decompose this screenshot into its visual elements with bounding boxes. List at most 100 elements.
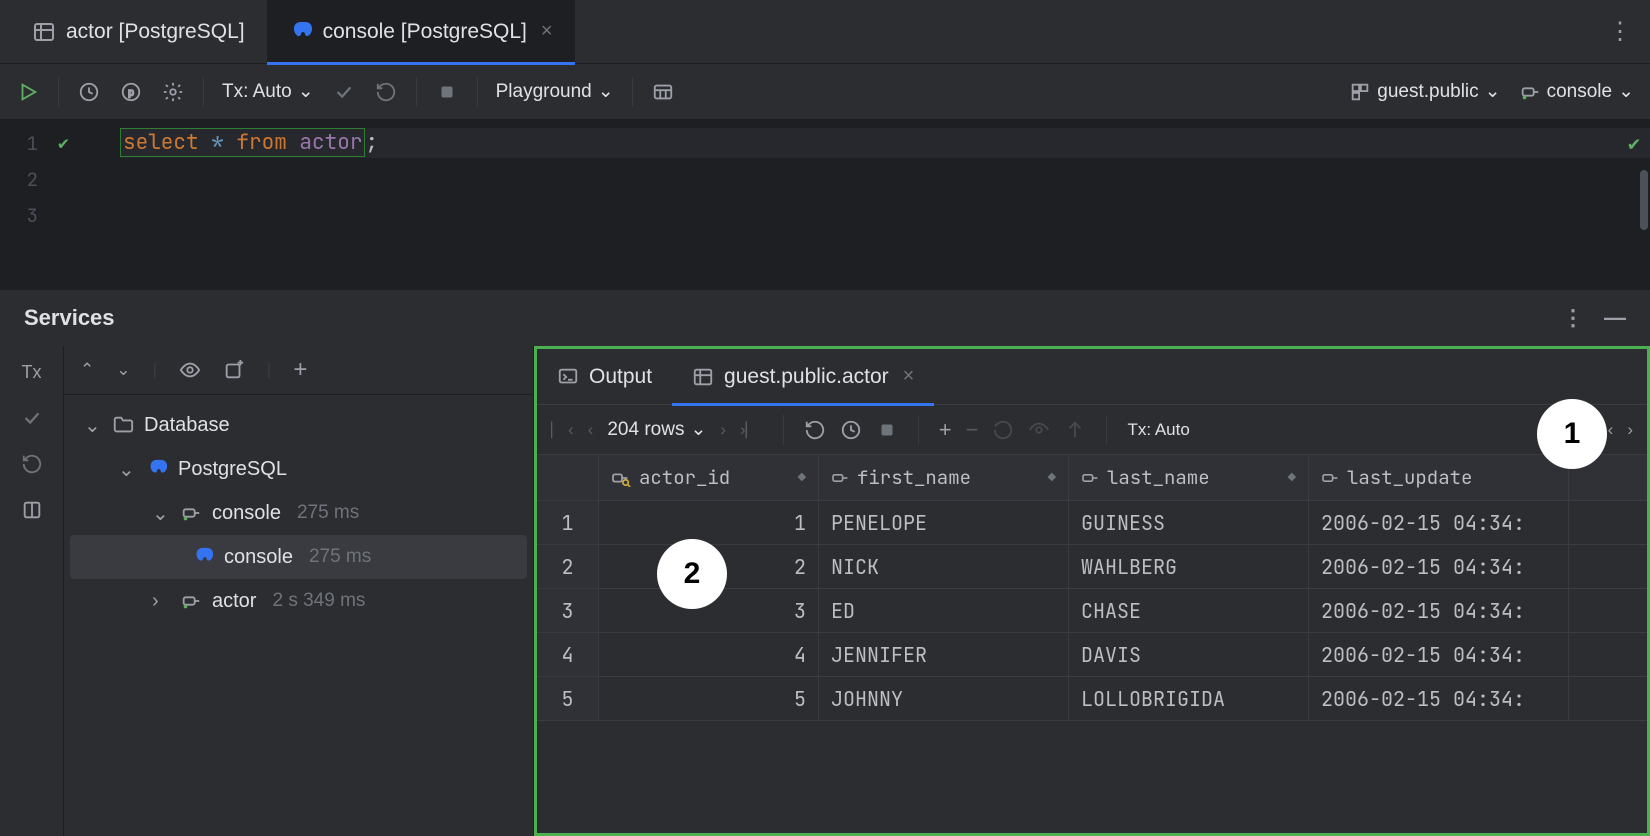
tab-console[interactable]: console [PostgreSQL] × xyxy=(267,0,575,64)
column-icon xyxy=(1321,470,1341,486)
node-label: actor xyxy=(212,590,256,613)
rownum-header xyxy=(537,455,599,500)
cell-last-name[interactable]: CHASE xyxy=(1069,589,1309,632)
first-page-icon[interactable]: ⎸‹ xyxy=(551,420,574,440)
reload-icon[interactable] xyxy=(804,419,826,441)
plan-icon[interactable]: p xyxy=(113,74,149,110)
table-row[interactable]: 11PENELOPEGUINESS2006-02-15 04:34: xyxy=(537,501,1647,545)
new-window-icon[interactable] xyxy=(223,359,245,381)
rollback-rail-icon[interactable] xyxy=(21,453,43,475)
expand-up-icon[interactable]: ⌃ xyxy=(80,360,94,380)
view-icon[interactable] xyxy=(179,359,201,381)
collapse-down-icon[interactable]: ⌄ xyxy=(116,360,130,380)
tree-node-postgresql[interactable]: ⌄ PostgreSQL xyxy=(64,447,533,491)
cell-first-name[interactable]: JOHNNY xyxy=(819,677,1069,720)
commit-rail-icon[interactable] xyxy=(21,407,43,429)
column-icon xyxy=(831,470,851,486)
cell-last-name[interactable]: WAHLBERG xyxy=(1069,545,1309,588)
col-last-update[interactable]: last_update xyxy=(1309,455,1569,500)
tree-node-actor[interactable]: › actor 2 s 349 ms xyxy=(64,579,533,623)
col-last-name[interactable]: last_name ◆ xyxy=(1069,455,1309,500)
preview-icon[interactable] xyxy=(1028,419,1050,441)
cell-first-name[interactable]: PENELOPE xyxy=(819,501,1069,544)
cell-last-update[interactable]: 2006-02-15 04:34: xyxy=(1309,545,1569,588)
commit-icon[interactable] xyxy=(326,74,362,110)
row-count: 204 rows xyxy=(607,419,684,441)
add-icon[interactable]: + xyxy=(293,356,307,384)
next-page-icon[interactable]: › xyxy=(720,420,726,440)
revert-icon[interactable] xyxy=(992,419,1014,441)
separator xyxy=(477,77,478,107)
tree-node-database[interactable]: ⌄ Database xyxy=(64,403,533,447)
chevron-down-icon: ⌄ xyxy=(690,418,706,441)
row-count-dropdown[interactable]: 204 rows ⌄ xyxy=(607,418,706,441)
result-tab-active[interactable]: guest.public.actor × xyxy=(672,349,934,405)
cell-last-name[interactable]: LOLLOBRIGIDA xyxy=(1069,677,1309,720)
separator xyxy=(783,415,784,445)
minimize-icon[interactable]: — xyxy=(1604,305,1626,331)
more-icon[interactable]: ⋮ xyxy=(1562,305,1584,331)
playground-label: Playground xyxy=(496,81,592,103)
prev-page-icon[interactable]: ‹ xyxy=(588,420,594,440)
table-row[interactable]: 44JENNIFERDAVIS2006-02-15 04:34: xyxy=(537,633,1647,677)
cell-first-name[interactable]: JENNIFER xyxy=(819,633,1069,676)
col-actor-id[interactable]: actor_id ◆ xyxy=(599,455,819,500)
sql-editor[interactable]: 1✔ 2 3 select * from actor; ✔ xyxy=(0,120,1650,290)
stop-icon[interactable] xyxy=(429,74,465,110)
add-row-icon[interactable]: + xyxy=(939,417,952,443)
tab-label: console [PostgreSQL] xyxy=(323,20,527,44)
tx-label[interactable]: Tx: Auto xyxy=(1127,420,1189,440)
tx-mode-dropdown[interactable]: Tx: Auto ⌄ xyxy=(216,80,320,103)
cell-last-update[interactable]: 2006-02-15 04:34: xyxy=(1309,501,1569,544)
cell-actor-id[interactable]: 1 xyxy=(599,501,819,544)
col-first-name[interactable]: first_name ◆ xyxy=(819,455,1069,500)
cell-last-update[interactable]: 2006-02-15 04:34: xyxy=(1309,633,1569,676)
rownum-cell: 2 xyxy=(537,545,599,588)
next-icon[interactable]: › xyxy=(1627,420,1633,440)
schema-selector[interactable]: guest.public ⌄ xyxy=(1343,80,1506,103)
rollback-icon[interactable] xyxy=(368,74,404,110)
left-rail: Tx xyxy=(0,346,64,836)
line-number: 1 xyxy=(18,131,38,156)
separator xyxy=(918,415,919,445)
tab-actor[interactable]: actor [PostgreSQL] xyxy=(10,0,267,64)
cell-first-name[interactable]: ED xyxy=(819,589,1069,632)
cell-first-name[interactable]: NICK xyxy=(819,545,1069,588)
tree-node-console[interactable]: ⌄ console 275 ms xyxy=(64,491,533,535)
rownum-cell: 5 xyxy=(537,677,599,720)
remove-row-icon[interactable]: − xyxy=(966,417,979,443)
last-page-icon[interactable]: ›⎸ xyxy=(740,420,763,440)
run-button[interactable] xyxy=(10,74,46,110)
layout-rail-icon[interactable] xyxy=(21,499,43,521)
cell-last-update[interactable]: 2006-02-15 04:34: xyxy=(1309,589,1569,632)
history-icon[interactable] xyxy=(840,419,862,441)
playground-dropdown[interactable]: Playground ⌄ xyxy=(490,80,620,103)
prev-icon[interactable]: ‹ xyxy=(1608,420,1614,440)
scrollbar[interactable] xyxy=(1640,170,1648,230)
close-icon[interactable]: × xyxy=(541,20,553,43)
callout-2: 2 xyxy=(657,539,727,609)
submit-icon[interactable] xyxy=(1064,419,1086,441)
stop-icon[interactable] xyxy=(876,419,898,441)
validation-check-icon: ✔ xyxy=(1628,130,1640,156)
cell-last-name[interactable]: GUINESS xyxy=(1069,501,1309,544)
cell-actor-id[interactable]: 4 xyxy=(599,633,819,676)
cell-last-update[interactable]: 2006-02-15 04:34: xyxy=(1309,677,1569,720)
check-icon: ✔ xyxy=(58,132,69,155)
table-row[interactable]: 55JOHNNYLOLLOBRIGIDA2006-02-15 04:34: xyxy=(537,677,1647,721)
tree-node-console-active[interactable]: console 275 ms xyxy=(70,535,527,579)
settings-icon[interactable] xyxy=(155,74,191,110)
tx-icon[interactable]: Tx xyxy=(22,362,42,383)
close-icon[interactable]: × xyxy=(903,365,915,388)
history-icon[interactable] xyxy=(71,74,107,110)
layout-icon[interactable] xyxy=(645,74,681,110)
schema-label: guest.public xyxy=(1377,81,1478,103)
cell-last-name[interactable]: DAVIS xyxy=(1069,633,1309,676)
connection-icon xyxy=(180,502,202,524)
more-menu-icon[interactable]: ⋮ xyxy=(1600,9,1640,54)
result-tab-output[interactable]: Output xyxy=(537,349,672,405)
services-title: Services xyxy=(24,305,115,331)
code-area[interactable]: select * from actor; xyxy=(120,120,1650,290)
connection-selector[interactable]: console ⌄ xyxy=(1513,80,1640,103)
cell-actor-id[interactable]: 5 xyxy=(599,677,819,720)
